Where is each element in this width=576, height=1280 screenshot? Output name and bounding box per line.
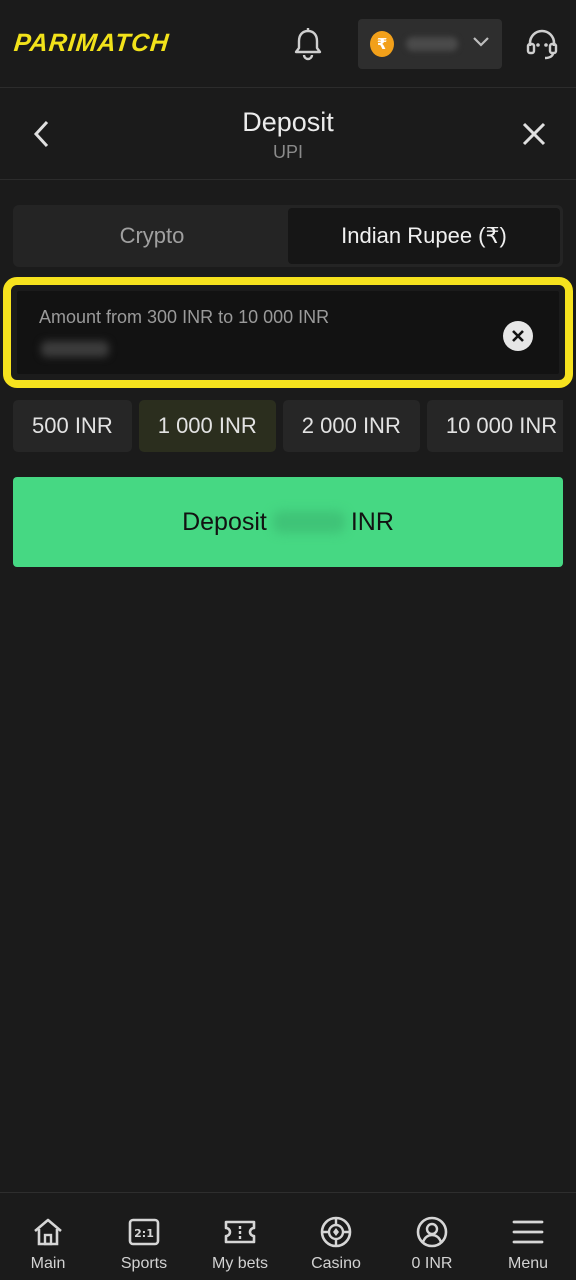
preset-chip-2000[interactable]: 2 000 INR bbox=[282, 400, 420, 452]
nav-label: 0 INR bbox=[411, 1255, 453, 1272]
deposit-button[interactable]: Deposit INR bbox=[13, 477, 563, 567]
deposit-button-suffix: INR bbox=[350, 507, 394, 536]
balance-selector[interactable]: ₹ bbox=[358, 18, 502, 69]
svg-text:2:1: 2:1 bbox=[134, 1227, 154, 1240]
nav-item-my-bets[interactable]: My bets bbox=[192, 1193, 288, 1280]
dialog-title-block: Deposit UPI bbox=[242, 106, 334, 164]
nav-item-account[interactable]: 0 INR bbox=[384, 1193, 480, 1280]
deposit-amount-hidden bbox=[272, 511, 345, 533]
preset-chip-1000[interactable]: 1 000 INR bbox=[138, 400, 276, 452]
tab-indian-rupee[interactable]: Indian Rupee (₹) bbox=[288, 208, 560, 264]
amount-input[interactable]: Amount from 300 INR to 10 000 INR bbox=[17, 291, 559, 374]
deposit-button-prefix: Deposit bbox=[182, 507, 267, 536]
parimatch-logo[interactable]: PARIMATCH bbox=[12, 29, 171, 58]
nav-item-sports[interactable]: 2:1 Sports bbox=[96, 1193, 192, 1280]
nav-item-casino[interactable]: Casino bbox=[288, 1193, 384, 1280]
payment-method-subtitle: UPI bbox=[272, 141, 303, 162]
balance-amount-hidden bbox=[406, 36, 458, 51]
preset-chip-10000[interactable]: 10 000 INR bbox=[426, 400, 563, 452]
scoreboard-icon: 2:1 bbox=[127, 1215, 161, 1249]
nav-item-menu[interactable]: Menu bbox=[480, 1193, 576, 1280]
page-title: Deposit bbox=[242, 106, 334, 137]
amount-value-hidden bbox=[41, 341, 109, 357]
top-app-bar: PARIMATCH ₹ bbox=[0, 0, 576, 88]
dialog-header: Deposit UPI bbox=[0, 90, 576, 180]
ticket-icon bbox=[223, 1215, 257, 1249]
tab-crypto[interactable]: Crypto bbox=[16, 208, 288, 264]
nav-label: Sports bbox=[120, 1255, 168, 1272]
nav-label: Casino bbox=[311, 1255, 361, 1272]
nav-label: My bets bbox=[211, 1255, 268, 1272]
close-icon[interactable] bbox=[516, 116, 552, 152]
amount-field-highlight: Amount from 300 INR to 10 000 INR bbox=[3, 277, 573, 388]
topbar-actions: ₹ bbox=[290, 18, 562, 69]
home-icon bbox=[31, 1215, 65, 1249]
bottom-navigation: Main 2:1 Sports My bets Casino 0 INR Men… bbox=[0, 1192, 576, 1280]
bell-icon[interactable] bbox=[290, 26, 326, 62]
preset-chip-500[interactable]: 500 INR bbox=[13, 400, 132, 452]
chevron-left-icon[interactable] bbox=[24, 116, 60, 152]
deposit-screen: PARIMATCH ₹ Deposit UPI Crypto Indian Ru… bbox=[0, 0, 576, 1280]
nav-label: Main bbox=[30, 1255, 66, 1272]
currency-tabs: Crypto Indian Rupee (₹) bbox=[13, 205, 563, 267]
menu-icon bbox=[511, 1215, 545, 1249]
clear-input-icon[interactable] bbox=[503, 321, 533, 351]
preset-amounts: 500 INR 1 000 INR 2 000 INR 10 000 INR bbox=[13, 400, 563, 452]
chevron-down-icon bbox=[472, 35, 490, 53]
nav-item-main[interactable]: Main bbox=[0, 1193, 96, 1280]
nav-label: Menu bbox=[507, 1255, 549, 1272]
chip-icon bbox=[319, 1215, 353, 1249]
headset-icon[interactable] bbox=[522, 24, 562, 64]
amount-field-label: Amount from 300 INR to 10 000 INR bbox=[39, 307, 330, 327]
rupee-coin-icon: ₹ bbox=[370, 30, 395, 57]
account-icon bbox=[415, 1215, 449, 1249]
